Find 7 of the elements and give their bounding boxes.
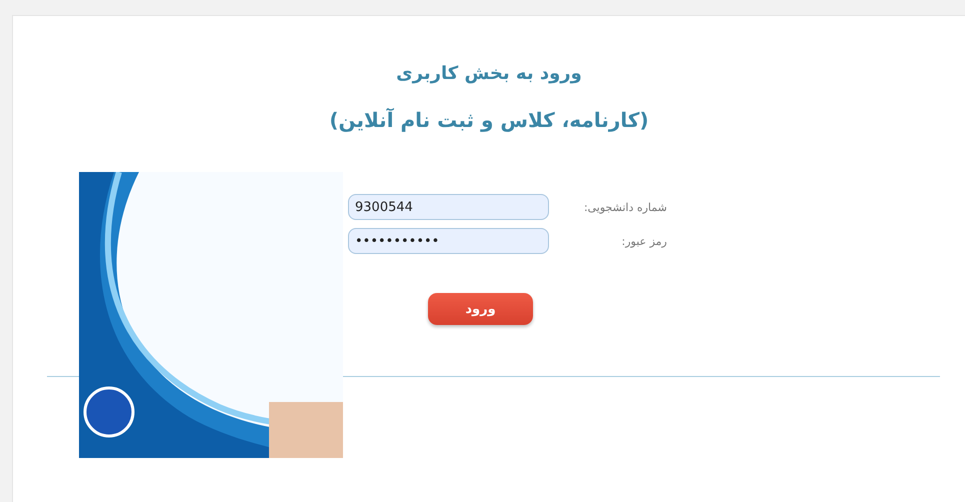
- field-label: شماره دانشجویی:: [582, 200, 667, 214]
- input-field[interactable]: 9300544: [348, 194, 549, 220]
- login-subtitle: (کارنامه، کلاس و ثبت نام آنلاین): [329, 107, 649, 134]
- login-title: ورود به بخش کاربری: [396, 62, 582, 86]
- login-button[interactable]: ورود: [428, 293, 533, 325]
- field-label: رمز عبور:: [620, 234, 667, 248]
- input-field[interactable]: •••••••••••: [348, 228, 549, 254]
